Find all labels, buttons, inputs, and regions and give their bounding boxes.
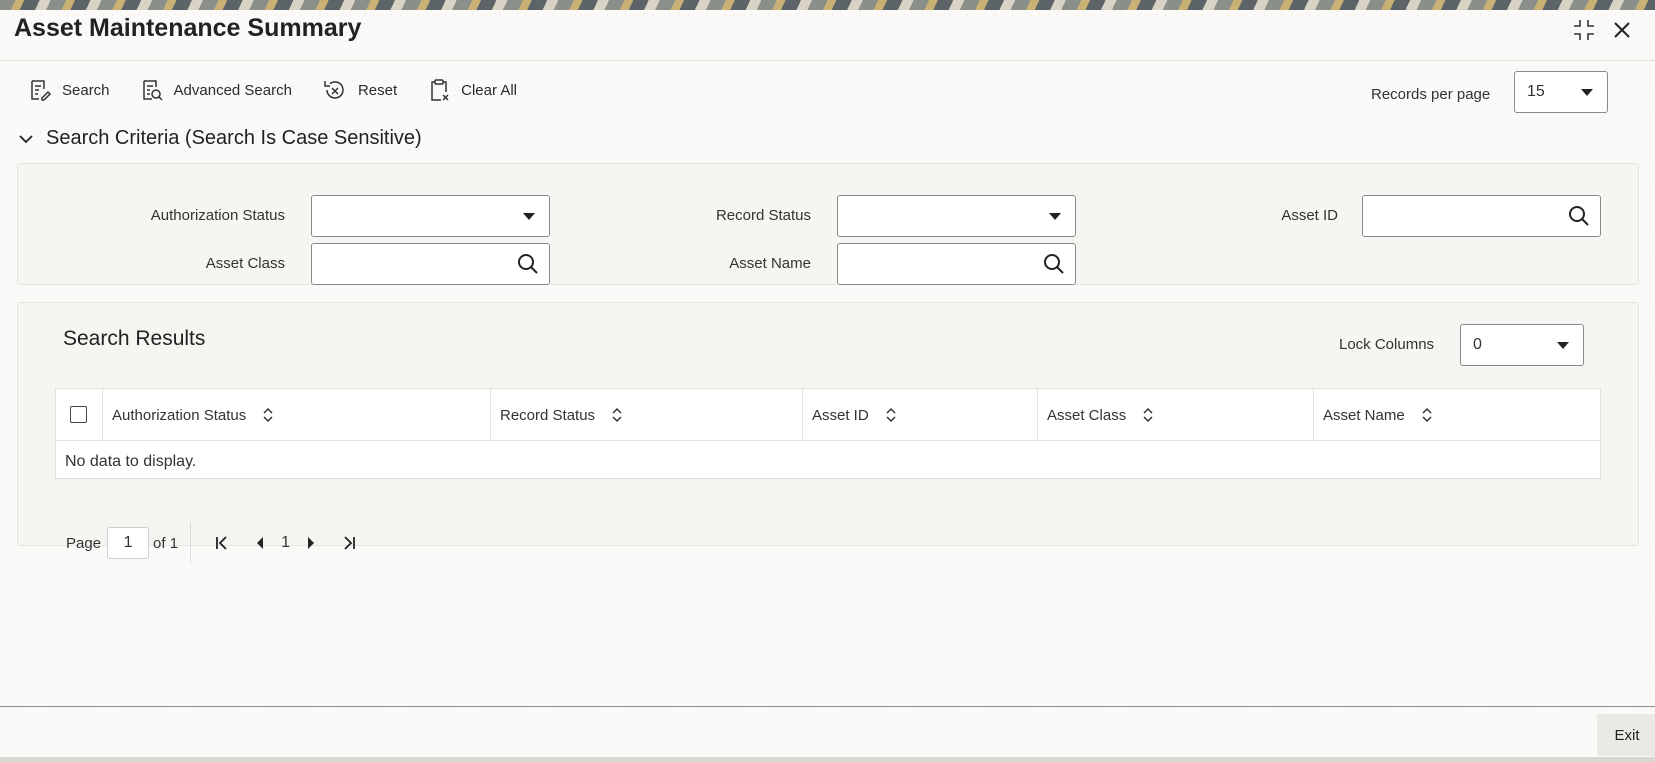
search-button-label: Search [62, 81, 110, 99]
sort-icon [263, 407, 273, 423]
caret-right-icon [307, 537, 314, 549]
sort-icon [886, 407, 896, 423]
search-criteria-heading: Search Criteria (Search Is Case Sensitiv… [46, 127, 422, 149]
search-icon[interactable] [1043, 253, 1065, 280]
column-header-record-status[interactable]: Record Status [490, 389, 802, 441]
authorization-status-label: Authorization Status [150, 207, 285, 224]
page-label: Page [66, 534, 102, 552]
record-status-label: Record Status [715, 207, 811, 224]
toolbar: Search Advanced Search Reset Clear All [28, 74, 547, 106]
advanced-search-button-label: Advanced Search [173, 81, 292, 99]
top-banner-strip [0, 0, 1655, 10]
collapse-window-button[interactable] [1570, 16, 1598, 44]
next-page-button[interactable] [300, 532, 322, 554]
close-icon [1614, 22, 1630, 38]
column-label: Authorization Status [112, 406, 247, 424]
clear-all-button[interactable]: Clear All [427, 78, 517, 102]
asset-id-input[interactable] [1362, 195, 1601, 237]
collapse-icon [1574, 20, 1594, 40]
search-form-icon [31, 80, 52, 101]
records-per-page-select[interactable]: 15 [1514, 71, 1608, 113]
empty-table-message: No data to display. [65, 453, 197, 470]
previous-page-button[interactable] [249, 532, 271, 554]
asset-class-label: Asset Class [205, 255, 285, 272]
title-divider [0, 60, 1655, 61]
caret-down-icon [1049, 213, 1061, 220]
results-table: Authorization Status Record Status Asset… [55, 388, 1601, 479]
caret-left-icon [257, 537, 264, 549]
search-icon[interactable] [1568, 205, 1590, 232]
column-label: Asset Class [1047, 406, 1127, 424]
sort-icon [1422, 407, 1432, 423]
clear-all-button-label: Clear All [461, 81, 517, 99]
lock-columns-select[interactable]: 0 [1460, 324, 1584, 366]
column-label: Asset ID [812, 406, 869, 424]
column-label: Record Status [500, 406, 596, 424]
authorization-status-select[interactable] [311, 195, 550, 237]
sort-icon [612, 407, 622, 423]
page-total-label: of 1 [153, 534, 179, 552]
page-number-input[interactable]: 1 [107, 527, 150, 559]
reset-icon [324, 81, 344, 99]
column-header-authorization-status[interactable]: Authorization Status [102, 389, 490, 441]
asset-name-label: Asset Name [729, 255, 811, 272]
table-header: Authorization Status Record Status Asset… [56, 389, 1600, 441]
caret-down-icon [1581, 89, 1593, 96]
select-all-checkbox[interactable] [70, 406, 87, 423]
column-header-asset-id[interactable]: Asset ID [802, 389, 1037, 441]
last-page-icon [344, 536, 355, 550]
records-per-page-value: 15 [1527, 83, 1545, 100]
first-page-button[interactable] [211, 532, 233, 554]
column-header-asset-name[interactable]: Asset Name [1313, 389, 1600, 441]
clear-clipboard-icon [431, 79, 449, 101]
caret-down-icon [523, 213, 535, 220]
pager-divider [190, 522, 192, 564]
record-status-select[interactable] [837, 195, 1076, 237]
column-label: Asset Name [1323, 406, 1405, 424]
records-per-page-label: Records per page [1371, 86, 1491, 103]
column-header-asset-class[interactable]: Asset Class [1037, 389, 1313, 441]
chevron-down-icon [19, 134, 33, 143]
advanced-search-button[interactable]: Advanced Search [140, 78, 292, 102]
bottom-strip [0, 757, 1655, 762]
last-page-button[interactable] [338, 532, 360, 554]
page-number-value: 1 [123, 534, 133, 551]
pagination: Page 1 of 1 1 [66, 522, 368, 564]
caret-down-icon [1557, 342, 1569, 349]
asset-name-input[interactable] [837, 243, 1076, 285]
footer-divider [0, 706, 1655, 707]
search-criteria-toggle[interactable]: Search Criteria (Search Is Case Sensitiv… [18, 127, 422, 150]
first-page-icon [216, 536, 227, 550]
asset-class-input[interactable] [311, 243, 550, 285]
exit-button[interactable]: Exit [1597, 714, 1655, 756]
search-results-title: Search Results [63, 327, 206, 350]
reset-button[interactable]: Reset [322, 78, 397, 102]
reset-button-label: Reset [357, 81, 398, 99]
asset-id-label: Asset ID [1281, 207, 1338, 224]
close-window-button[interactable] [1608, 16, 1636, 44]
page-title: Asset Maintenance Summary [14, 14, 362, 42]
current-page-number[interactable]: 1 [281, 534, 290, 552]
advanced-search-icon [142, 80, 163, 101]
search-icon[interactable] [517, 253, 539, 280]
sort-icon [1143, 407, 1153, 423]
lock-columns-label: Lock Columns [1339, 336, 1435, 353]
search-button[interactable]: Search [28, 78, 110, 102]
lock-columns-value: 0 [1473, 336, 1482, 353]
